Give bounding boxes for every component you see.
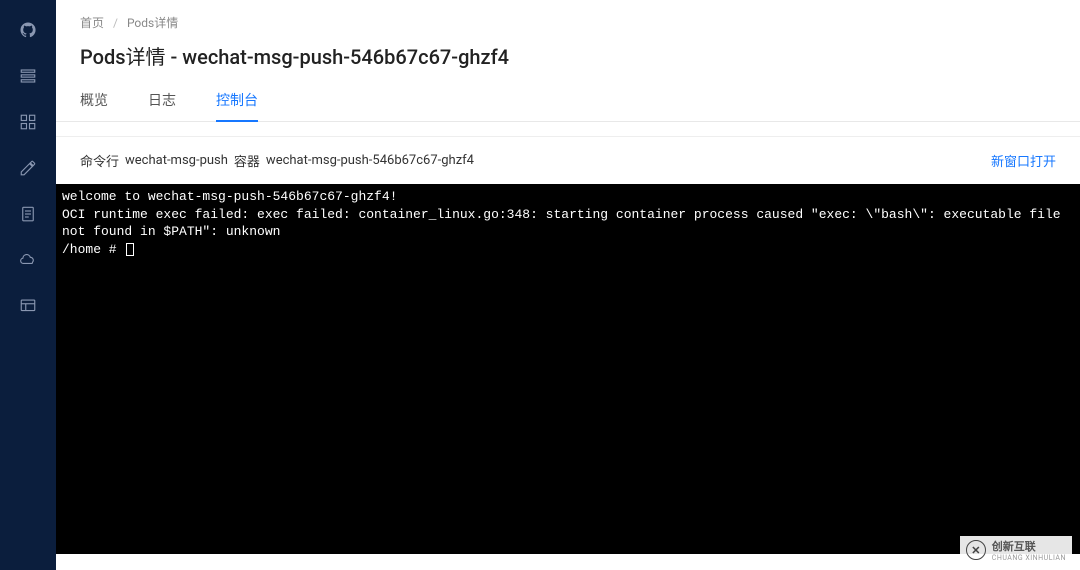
terminal-cursor	[126, 243, 134, 256]
container-word: 容器	[234, 151, 260, 170]
terminal-line2: OCI runtime exec failed: exec failed: co…	[62, 207, 1068, 240]
watermark: ✕ 创新互联 CHUANG XINHULIAN	[960, 536, 1072, 564]
breadcrumb-home[interactable]: 首页	[80, 16, 104, 30]
pod-name: wechat-msg-push-546b67c67-ghzf4	[266, 153, 474, 168]
container-name: wechat-msg-push	[125, 153, 228, 168]
page-title: Pods详情 - wechat-msg-push-546b67c67-ghzf4	[56, 31, 1080, 70]
list-icon[interactable]	[16, 64, 40, 88]
watermark-text-zh: 创新互联	[992, 538, 1066, 554]
breadcrumb-separator: /	[113, 16, 118, 30]
watermark-text-en: CHUANG XINHULIAN	[992, 554, 1066, 562]
tab-console[interactable]: 控制台	[216, 90, 258, 122]
doc-icon[interactable]	[16, 202, 40, 226]
breadcrumb: 首页 / Pods详情	[56, 0, 1080, 31]
tab-overview[interactable]: 概览	[80, 90, 108, 121]
tabs: 概览 日志 控制台	[56, 70, 1080, 122]
terminal-line1: welcome to wechat-msg-push-546b67c67-ghz…	[62, 189, 397, 204]
edit-icon[interactable]	[16, 156, 40, 180]
cmd-label: 命令行	[80, 151, 119, 170]
github-icon[interactable]	[16, 18, 40, 42]
open-new-window-link[interactable]: 新窗口打开	[991, 151, 1056, 170]
console-panel: 命令行 wechat-msg-push 容器 wechat-msg-push-5…	[56, 136, 1080, 554]
breadcrumb-current: Pods详情	[127, 16, 178, 30]
sidebar	[0, 0, 56, 570]
terminal-prompt: /home #	[62, 242, 124, 257]
cloud-icon[interactable]	[16, 248, 40, 272]
layout-icon[interactable]	[16, 294, 40, 318]
console-panel-header: 命令行 wechat-msg-push 容器 wechat-msg-push-5…	[56, 137, 1080, 184]
watermark-logo-icon: ✕	[966, 540, 986, 560]
grid-icon[interactable]	[16, 110, 40, 134]
tab-logs[interactable]: 日志	[148, 90, 176, 121]
terminal[interactable]: welcome to wechat-msg-push-546b67c67-ghz…	[56, 184, 1080, 554]
main-content: 首页 / Pods详情 Pods详情 - wechat-msg-push-546…	[56, 0, 1080, 570]
